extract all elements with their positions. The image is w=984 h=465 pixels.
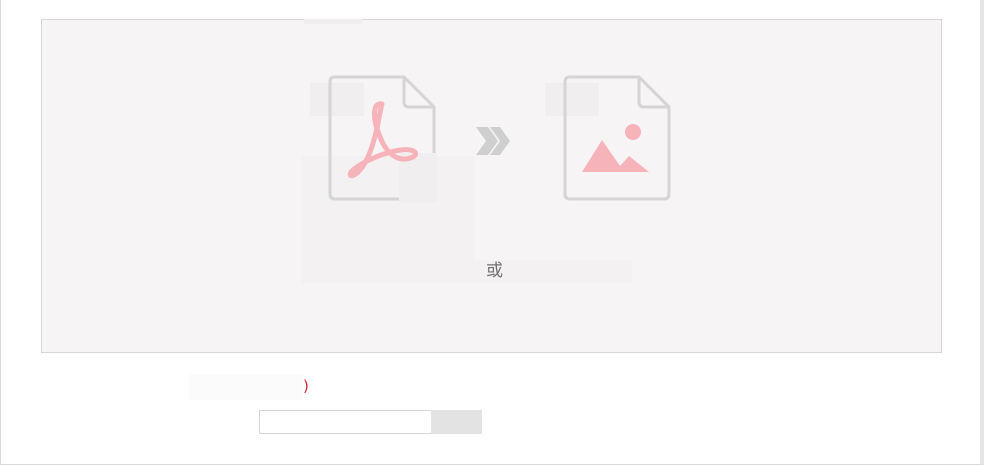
page-frame: 或 ) <box>0 0 984 465</box>
required-mark: ) <box>303 377 309 395</box>
file-drop-zone[interactable]: 或 <box>41 19 942 353</box>
double-chevron-right-icon <box>476 127 510 155</box>
submit-button[interactable] <box>431 410 482 434</box>
ghost-options-text <box>189 374 303 400</box>
or-label: 或 <box>486 261 503 281</box>
url-input[interactable] <box>259 410 431 434</box>
pdf-file-icon <box>328 75 437 202</box>
url-options-row: ) <box>189 374 329 400</box>
ghost-text-block <box>304 19 362 24</box>
image-file-icon <box>563 75 671 201</box>
